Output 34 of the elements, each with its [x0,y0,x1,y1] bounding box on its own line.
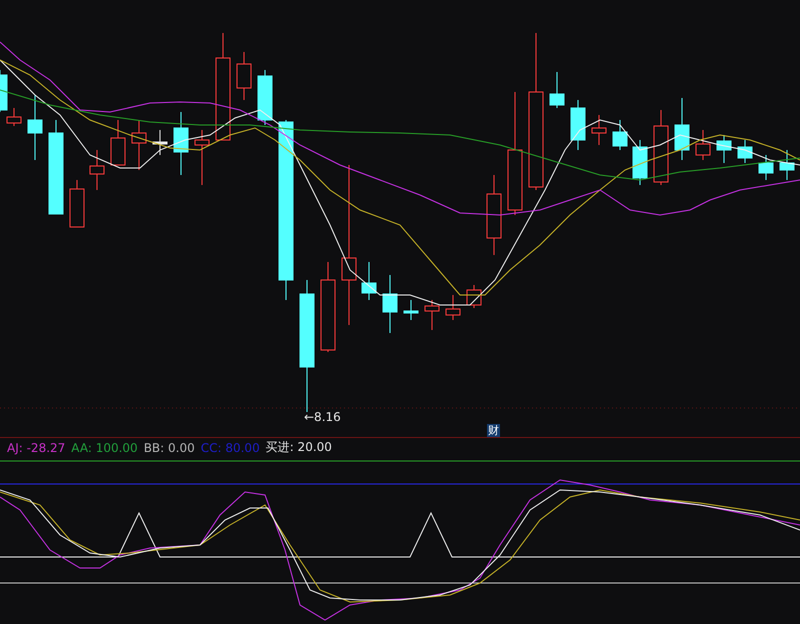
candlestick [592,114,606,146]
candlestick [424,300,440,330]
indicator-value: 买进: 20.00 [266,439,332,456]
candlestick [632,140,648,186]
candlestick [738,140,752,164]
candlestick [570,100,586,150]
candlestick [446,294,460,320]
candlestick [28,94,42,160]
finance-badge[interactable]: 财 [487,424,500,437]
candlestick [362,262,376,300]
candlestick [152,130,168,156]
candlestick [612,120,628,150]
candlestick [174,112,188,176]
low-price-label: ←8.16 [304,410,341,424]
candlestick [132,120,146,170]
candlestick [716,134,732,164]
candlestick [70,180,84,228]
indicator-value: CC: 80.00 [200,440,260,454]
candlestick [194,130,210,186]
candlestick [696,130,710,160]
candlestick [466,284,482,308]
candlestick [550,72,564,108]
indicator-value: AJ: -28.27 [7,440,66,454]
indicator-value: AA: 100.00 [71,440,138,454]
candlestick [404,300,418,320]
candlestick [90,150,104,190]
candlestick [780,150,794,180]
indicator-value: BB: 0.00 [144,440,195,454]
candlestick [758,154,774,180]
candlestick [674,98,690,160]
candlestick [236,52,252,100]
candlestick [258,70,272,126]
candlestick [110,120,126,166]
candlestick [382,274,398,334]
